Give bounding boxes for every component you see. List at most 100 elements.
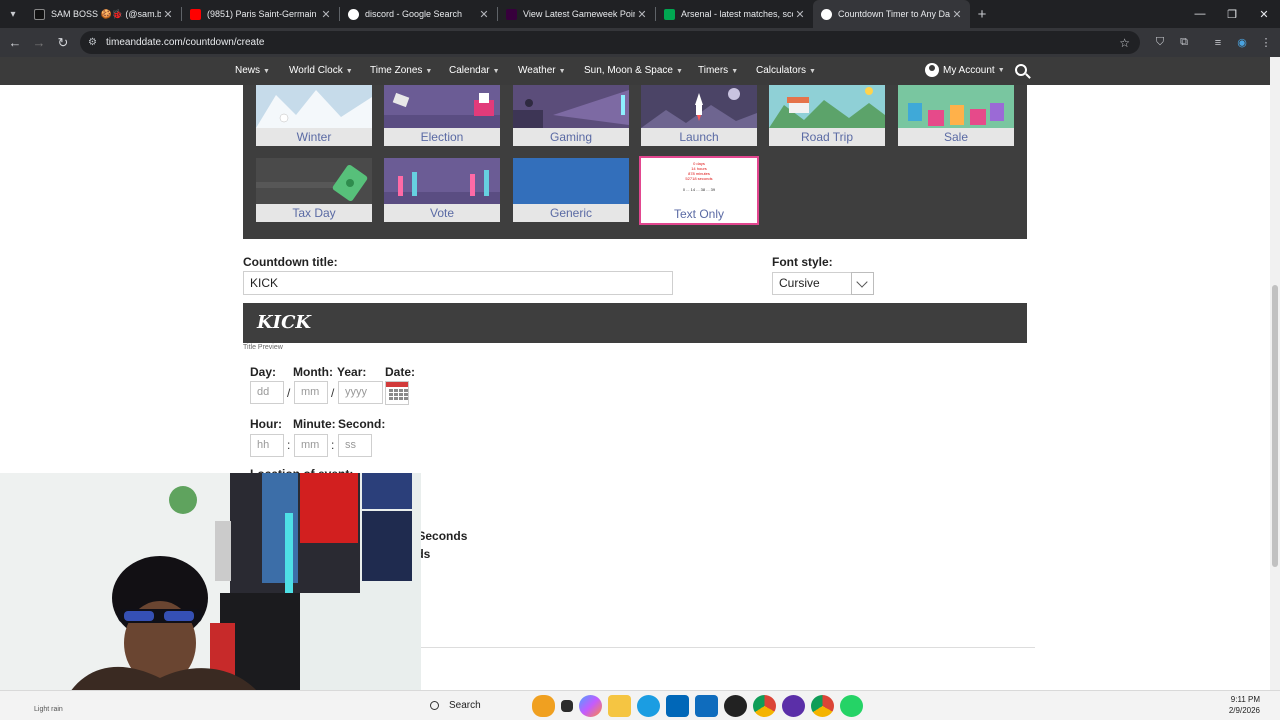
close-window-icon[interactable]: ✕ [1248,8,1280,21]
app-icon[interactable] [782,695,805,717]
nav-calculators[interactable]: Calculators ▼ [756,65,816,76]
theme-card-text-only[interactable]: 0 days 14 hours 878 minutes 52718 second… [639,156,759,225]
font-style-label: Font style: [772,255,833,269]
browser-toolbar: ← → ↻ ⚙ timeanddate.com/countdown/create… [0,28,1280,57]
premier-league-icon [506,8,517,20]
close-tab-icon[interactable]: ✕ [635,8,649,21]
menu-icon[interactable]: ⋮ [1254,36,1278,49]
chevron-down-icon: ▼ [263,68,270,75]
account-icon [925,63,939,77]
hour-label: Hour: [250,417,282,431]
vote-illustration [384,158,500,204]
windows-taskbar: Search 9:11 PM 2/9/2026 [0,690,1280,720]
tab-search-icon[interactable]: ▾ [0,0,26,28]
day-input[interactable]: dd [250,381,284,404]
close-tab-icon[interactable]: ✕ [793,8,807,21]
weather-widget[interactable]: Light rain [34,706,63,713]
nav-weather[interactable]: Weather ▼ [518,65,566,76]
nav-world-clock[interactable]: World Clock ▼ [289,65,353,76]
theme-card-winter[interactable]: Winter [256,85,372,146]
close-tab-icon[interactable]: ✕ [477,8,491,21]
second-input[interactable]: ss [338,434,372,457]
browser-tab[interactable]: View Latest Gameweek Points |... ✕ [498,0,655,28]
nav-calendar[interactable]: Calendar ▼ [449,65,500,76]
page-scrollbar[interactable] [1270,57,1280,690]
month-input[interactable]: mm [294,381,328,404]
theme-card-election[interactable]: Election [384,85,500,146]
taskbar-search[interactable]: Search [424,695,524,716]
close-tab-icon[interactable]: ✕ [950,8,964,21]
restore-icon[interactable]: ❐ [1216,8,1248,21]
theme-card-tax-day[interactable]: Tax Day [256,158,372,222]
countdown-title-input[interactable]: KICK [243,271,673,295]
nav-sun-moon-space[interactable]: Sun, Moon & Space ▼ [584,65,683,76]
reading-list-icon[interactable]: ≡ [1206,37,1230,49]
task-view-icon[interactable] [561,700,573,712]
nav-time-zones[interactable]: Time Zones ▼ [370,65,432,76]
store-icon[interactable] [666,695,689,717]
chrome-icon[interactable] [753,695,776,717]
sports-site-icon [664,8,675,20]
theme-card-vote[interactable]: Vote [384,158,500,222]
theme-card-gaming[interactable]: Gaming [513,85,629,146]
file-explorer-icon[interactable] [608,695,631,717]
my-account-menu[interactable]: My Account ▼ [925,63,1005,77]
system-clock[interactable]: 9:11 PM 2/9/2026 [1229,694,1260,716]
close-tab-icon[interactable]: ✕ [319,8,333,21]
widgets-icon[interactable] [532,695,555,717]
text-only-illustration: 0 days 14 hours 878 minutes 52718 second… [682,161,716,192]
close-tab-icon[interactable]: ✕ [161,8,175,21]
browser-tab[interactable]: SAM BOSS 🍪🐞 (@sam.boss... ✕ [26,0,181,28]
reload-icon[interactable]: ↻ [51,35,75,51]
browser-tab-bar: ▾ SAM BOSS 🍪🐞 (@sam.boss... ✕ (9851) Par… [0,0,1280,28]
copilot-icon[interactable] [579,695,602,717]
scrollbar-thumb[interactable] [1272,285,1278,567]
year-input[interactable]: yyyy [338,381,383,404]
bookmark-star-icon[interactable]: ☆ [1119,36,1130,50]
countdown-title-label: Countdown title: [243,255,338,269]
theme-card-launch[interactable]: Launch [641,85,757,146]
chevron-down-icon: ▼ [345,68,353,75]
back-icon[interactable]: ← [3,35,27,50]
font-style-select[interactable]: Cursive [772,272,852,295]
streamer-camera-image [0,473,421,710]
chevron-down-icon[interactable] [851,272,874,295]
url-text[interactable]: timeanddate.com/countdown/create [106,37,264,48]
search-icon[interactable] [1015,64,1027,76]
browser-tab[interactable]: discord - Google Search ✕ [340,0,497,28]
minute-label: Minute: [293,417,336,431]
nav-news[interactable]: News ▼ [235,65,270,76]
nav-timers[interactable]: Timers ▼ [698,65,738,76]
minute-input[interactable]: mm [294,434,328,457]
forward-icon[interactable]: → [27,35,51,50]
theme-card-sale[interactable]: Sale [898,85,1014,146]
winter-illustration [256,85,372,128]
outlook-icon[interactable] [695,695,718,717]
whatsapp-icon[interactable] [840,695,863,717]
hour-input[interactable]: hh [250,434,284,457]
browser-tab[interactable]: (9851) Paris Saint-Germain (5-0... ✕ [182,0,339,28]
chevron-down-icon: ▼ [731,68,739,75]
shield-icon[interactable]: ⛉ [1148,36,1172,49]
calendar-icon[interactable] [385,381,409,405]
browser-tab-active[interactable]: Countdown Timer to Any Date ✕ [813,0,970,28]
month-label: Month: [293,365,333,379]
time-separator: : [331,438,335,452]
year-label: Year: [337,365,367,379]
title-preview: KICK [243,303,1027,343]
extensions-icon[interactable]: ⧉ [1172,36,1196,49]
content-divider [421,647,1035,648]
new-tab-icon[interactable]: + [970,6,994,23]
search-icon [430,701,439,710]
chrome-icon[interactable] [811,695,834,717]
profile-icon[interactable]: ◉ [1230,36,1254,49]
site-info-icon[interactable]: ⚙ [88,37,102,48]
minimize-icon[interactable]: — [1184,8,1216,21]
theme-card-generic[interactable]: Generic [513,158,629,222]
chevron-down-icon: ▼ [809,68,816,75]
theme-card-road-trip[interactable]: Road Trip [769,85,885,146]
address-bar[interactable]: ⚙ timeanddate.com/countdown/create ☆ [80,31,1140,54]
edge-icon[interactable] [637,695,660,717]
app-icon[interactable] [724,695,747,717]
browser-tab[interactable]: Arsenal - latest matches, scores... ✕ [656,0,813,28]
